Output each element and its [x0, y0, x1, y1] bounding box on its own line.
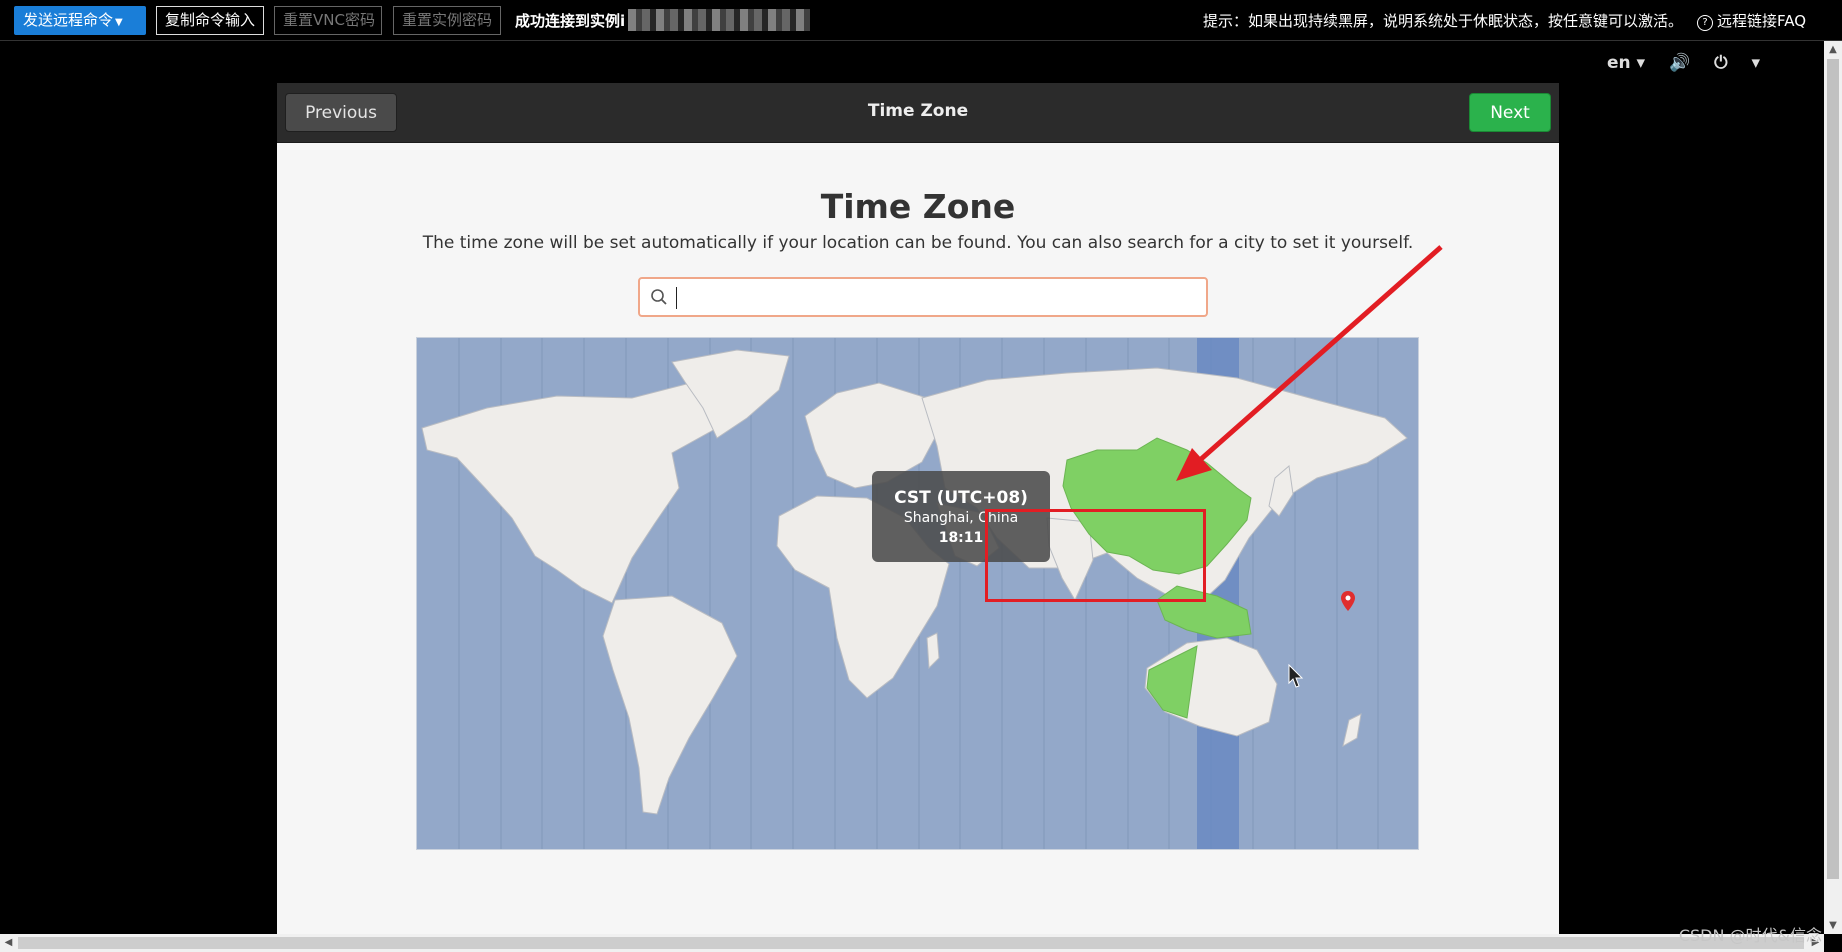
- language-indicator[interactable]: en ▾: [1589, 53, 1645, 73]
- city-search-field[interactable]: [638, 277, 1208, 317]
- installer-headerbar: Previous Time Zone Next: [277, 83, 1559, 143]
- remote-screen[interactable]: en ▾ 🔊 ⏻ ▾ Previous Time Zone Next Time …: [6, 41, 1824, 943]
- connection-status: 成功连接到实例i: [515, 12, 626, 30]
- city-search-input[interactable]: [674, 283, 1198, 313]
- horizontal-scrollbar[interactable]: ◀ ▶: [0, 934, 1824, 952]
- new-zealand: [1342, 713, 1362, 748]
- top-status-area: en ▾ 🔊 ⏻ ▾: [1571, 53, 1760, 73]
- black-screen-hint: 提示：如果出现持续黑屏，说明系统处于休眠状态，按任意键可以激活。: [1203, 12, 1684, 30]
- redacted-instance-id: [628, 9, 810, 31]
- system-menu-chevron-icon[interactable]: ▾: [1751, 53, 1760, 73]
- reset-vnc-password-button[interactable]: 重置VNC密码: [274, 6, 382, 35]
- next-button[interactable]: Next: [1469, 93, 1551, 132]
- annotation-highlight-box: [985, 509, 1206, 602]
- world-map: [421, 338, 1408, 849]
- vertical-scroll-thumb[interactable]: [1827, 59, 1839, 879]
- mouse-pointer-icon: [1288, 664, 1304, 688]
- scroll-left-arrow-icon[interactable]: ◀: [0, 934, 17, 952]
- search-icon: [651, 289, 667, 305]
- chevron-down-icon: ▼: [115, 17, 123, 28]
- power-icon[interactable]: ⏻: [1714, 53, 1727, 73]
- copy-command-input-button[interactable]: 复制命令输入: [156, 6, 264, 35]
- watermark: CSDN @时代&信念: [1678, 926, 1822, 945]
- volume-icon[interactable]: 🔊: [1669, 53, 1690, 73]
- timezone-map[interactable]: [416, 337, 1419, 850]
- remote-link-faq-link[interactable]: ? 远程链接FAQ: [1697, 10, 1806, 31]
- text-cursor: [676, 287, 677, 309]
- timezone-name: CST (UTC+08): [894, 488, 1028, 508]
- horizontal-scroll-thumb[interactable]: [18, 937, 1804, 949]
- page-description: The time zone will be set automatically …: [422, 233, 1414, 253]
- page-title: Time Zone: [820, 187, 1016, 226]
- location-pin-icon: [1341, 591, 1355, 611]
- faq-label: 远程链接FAQ: [1717, 12, 1807, 30]
- vertical-scrollbar[interactable]: ▲ ▼: [1824, 41, 1842, 934]
- send-remote-command-label: 发送远程命令: [23, 11, 114, 29]
- south-america: [602, 595, 738, 815]
- help-icon: ?: [1697, 15, 1713, 31]
- reset-instance-password-button[interactable]: 重置实例密码: [393, 6, 501, 35]
- north-america: [421, 379, 733, 604]
- installer-window: Previous Time Zone Next Time Zone The ti…: [277, 83, 1559, 943]
- scroll-down-arrow-icon[interactable]: ▼: [1824, 917, 1842, 934]
- send-remote-command-button[interactable]: 发送远程命令 ▼: [14, 6, 146, 35]
- scroll-up-arrow-icon[interactable]: ▲: [1824, 41, 1842, 58]
- window-title: Time Zone: [867, 101, 969, 121]
- console-toolbar: 发送远程命令 ▼ 复制命令输入 重置VNC密码 重置实例密码 成功连接到实例i 提…: [0, 0, 1842, 41]
- madagascar: [926, 632, 940, 670]
